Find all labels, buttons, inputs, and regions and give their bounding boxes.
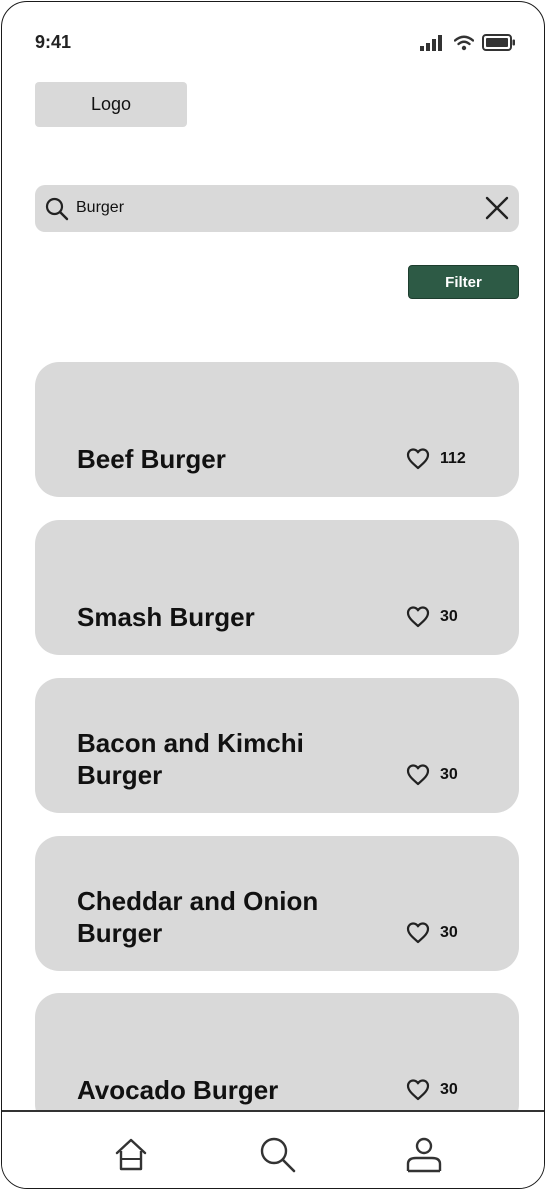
cellular-signal-icon (420, 34, 442, 51)
close-icon[interactable] (485, 196, 509, 220)
search-bar[interactable] (35, 185, 519, 232)
result-card[interactable]: Smash Burger 30 (35, 520, 519, 655)
result-title: Smash Burger (77, 602, 255, 632)
result-card[interactable]: Cheddar and Onion Burger 30 (35, 836, 519, 971)
result-title: Avocado Burger (77, 1075, 279, 1105)
like-group: 30 (406, 764, 458, 786)
like-count: 30 (440, 924, 458, 941)
battery-icon (482, 34, 515, 51)
heart-icon[interactable] (406, 448, 430, 470)
like-group: 30 (406, 922, 458, 944)
home-icon[interactable] (113, 1136, 149, 1172)
heart-icon[interactable] (406, 764, 430, 786)
filter-button[interactable]: Filter (408, 265, 519, 299)
status-time: 9:41 (35, 32, 72, 52)
like-group: 30 (406, 606, 458, 628)
heart-icon[interactable] (406, 606, 430, 628)
tab-bar (2, 1110, 544, 1188)
heart-icon[interactable] (406, 922, 430, 944)
like-group: 112 (406, 448, 466, 470)
status-icons (420, 34, 516, 51)
search-input[interactable] (76, 195, 456, 221)
profile-icon[interactable] (405, 1136, 443, 1174)
like-count: 30 (440, 608, 458, 625)
wifi-icon (454, 35, 474, 50)
result-title: Cheddar and Onion Burger (77, 886, 319, 948)
result-card[interactable]: Avocado Burger 30 (35, 993, 519, 1128)
result-card[interactable]: Beef Burger 112 (35, 362, 519, 497)
result-title: Beef Burger (77, 444, 226, 474)
like-count: 112 (440, 450, 466, 467)
result-card[interactable]: Bacon and Kimchi Burger 30 (35, 678, 519, 813)
heart-icon[interactable] (406, 1079, 430, 1101)
like-count: 30 (440, 766, 458, 783)
result-title: Bacon and Kimchi Burger (77, 728, 304, 790)
phone-frame: 9:41 Logo Filter (1, 1, 545, 1189)
logo[interactable]: Logo (35, 82, 187, 127)
like-count: 30 (440, 1081, 458, 1098)
search-icon (45, 197, 69, 221)
search-icon[interactable] (259, 1136, 297, 1174)
like-group: 30 (406, 1079, 458, 1101)
